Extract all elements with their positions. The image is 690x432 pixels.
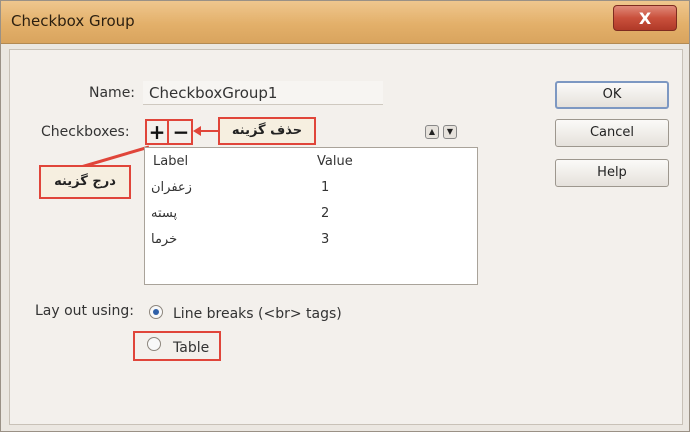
move-up-button[interactable]: ▲: [425, 125, 439, 139]
title-bar[interactable]: Checkbox Group X: [1, 1, 689, 44]
dialog-title: Checkbox Group: [11, 12, 135, 30]
row-2-label[interactable]: پسته: [151, 206, 211, 221]
row-3-label[interactable]: خرما: [151, 232, 211, 247]
remove-annotation-arrow: [193, 126, 219, 136]
checkbox-items-table[interactable]: Label Value زعفران 1 پسته 2 خرما 3: [144, 147, 478, 285]
move-down-button[interactable]: ▼: [443, 125, 457, 139]
column-header-value: Value: [317, 154, 353, 169]
row-2-value[interactable]: 2: [321, 206, 329, 221]
column-header-label: Label: [153, 154, 189, 169]
line-breaks-radio[interactable]: [149, 305, 163, 319]
checkbox-group-dialog: Checkbox Group X Name: CheckboxGroup1 Ch…: [0, 0, 690, 432]
checkboxes-label: Checkboxes:: [41, 124, 130, 140]
ok-button[interactable]: OK: [555, 81, 669, 109]
row-3-value[interactable]: 3: [321, 232, 329, 247]
cancel-button[interactable]: Cancel: [555, 119, 669, 147]
help-button[interactable]: Help: [555, 159, 669, 187]
remove-highlight-box: [167, 119, 193, 145]
add-option-annotation: درج گزینه: [39, 165, 131, 199]
layout-label: Lay out using:: [35, 303, 135, 319]
remove-option-annotation: حذف گزینه: [218, 117, 316, 145]
name-label: Name:: [89, 85, 136, 101]
name-input[interactable]: CheckboxGroup1: [143, 81, 383, 105]
close-button[interactable]: X: [613, 5, 677, 31]
table-radio[interactable]: [147, 337, 161, 351]
row-1-value[interactable]: 1: [321, 180, 329, 195]
line-breaks-option-label[interactable]: Line breaks (<br> tags): [173, 306, 342, 322]
table-option-label[interactable]: Table: [173, 340, 209, 356]
row-1-label[interactable]: زعفران: [151, 180, 211, 195]
